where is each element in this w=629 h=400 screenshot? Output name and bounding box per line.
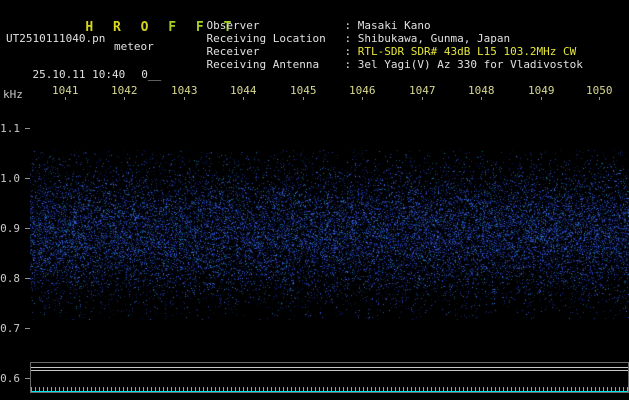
time-tick-label: 1043 [171,84,198,97]
time-tick-label: 1045 [290,84,317,97]
counter-label: 0__ [141,68,161,81]
time-tick-label: 1050 [586,84,613,97]
filename-label: UT2510111040.pn [6,32,105,45]
freq-tick-label: 1.0 [0,172,20,185]
freq-tick-label: 0.7 [0,322,20,335]
frequency-unit-label: kHz [3,88,23,101]
mode-label: meteor [114,40,154,53]
time-tick-label: 1044 [230,84,257,97]
freq-tick-label: 0.9 [0,222,20,235]
level-line-lower [31,370,628,371]
level-line-upper [31,367,628,368]
app-window: H R O F F T UT2510111040.pn meteor 25.10… [0,0,629,400]
datetime-row: 25.10.11 10:40 0__ [6,55,161,94]
level-strip [30,362,629,393]
time-tick-label: 1048 [468,84,495,97]
time-tick-label: 1042 [111,84,138,97]
datetime-label: 25.10.11 10:40 [33,68,126,81]
noise-canvas [30,150,629,320]
freq-tick-label: 0.6 [0,372,20,385]
time-tick-label: 1041 [52,84,79,97]
info-label: Receiving Antenna [207,58,345,71]
freq-tick-label: 1.1 [0,122,20,135]
time-tick-label: 1046 [349,84,376,97]
info-row-antenna: Receiving Antenna: 3el Yagi(V) Az 330 fo… [180,45,583,84]
time-tick-label: 1049 [528,84,555,97]
info-value: 3el Yagi(V) Az 330 for Vladivostok [358,58,583,71]
signal-baseline [31,391,628,392]
time-tick-label: 1047 [409,84,436,97]
freq-tick-label: 0.8 [0,272,20,285]
info-colon: : [345,58,358,71]
